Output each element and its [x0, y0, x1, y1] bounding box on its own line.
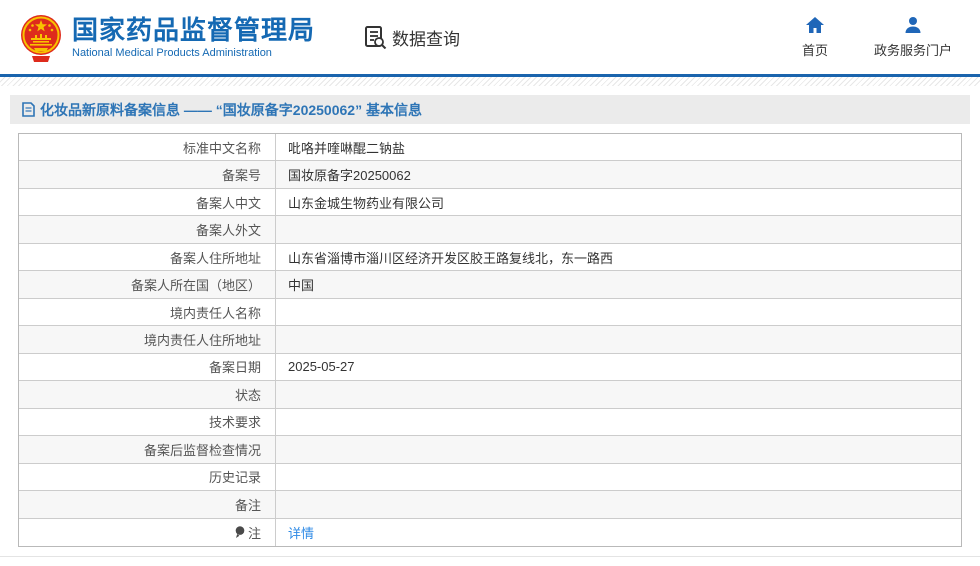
table-row: 备案人外文 [19, 216, 961, 244]
national-emblem-icon [21, 15, 61, 62]
field-value-cell [276, 409, 961, 435]
field-value: 吡咯并喹啉醌二钠盐 [288, 140, 406, 156]
org-name-cn: 国家药品监督管理局 [72, 14, 316, 45]
field-value-cell [276, 216, 961, 242]
table-row: 境内责任人名称 [19, 298, 961, 327]
table-row: 备案人中文 山东金城生物药业有限公司 [19, 188, 961, 217]
field-label-cell: 备案人中文 [19, 188, 276, 216]
table-row: 注 详情 [19, 518, 961, 547]
field-value-cell: 详情 [276, 519, 961, 546]
field-value: 山东金城生物药业有限公司 [288, 195, 445, 211]
field-value-cell: 吡咯并喹啉醌二钠盐 [276, 134, 961, 160]
field-label: 备注 [234, 497, 261, 513]
field-value-cell: 中国 [276, 271, 961, 297]
field-label-cell: 备案人住所地址 [19, 243, 276, 271]
field-label-cell: 备案号 [19, 161, 276, 188]
table-row: 备案人所在国（地区） 中国 [19, 271, 961, 299]
detail-link[interactable]: 详情 [288, 523, 314, 542]
field-label-cell: 境内责任人名称 [19, 298, 276, 326]
nav-portal[interactable]: 政务服务门户 [874, 15, 952, 59]
field-label: 历史记录 [208, 470, 261, 486]
field-value-cell: 2025-05-27 [276, 354, 961, 380]
field-label: 境内责任人住所地址 [143, 333, 261, 349]
field-label: 备案人所在国（地区） [130, 278, 261, 294]
field-label-cell: 备案后监督检查情况 [19, 436, 276, 463]
field-value-cell [276, 381, 961, 407]
field-label-cell: 标准中文名称 [19, 134, 276, 161]
page-title: 化妆品新原料备案信息 —— “国妆原备字20250062” 基本信息 [40, 101, 422, 118]
field-label: 技术要求 [208, 415, 261, 431]
home-icon [805, 17, 824, 33]
field-label: 备案人住所地址 [169, 250, 261, 266]
field-label-cell: 备案日期 [19, 353, 276, 381]
field-label-cell: 备案人外文 [19, 216, 276, 243]
table-row: 备案号 国妆原备字20250062 [19, 161, 961, 189]
page-title-bar: 化妆品新原料备案信息 —— “国妆原备字20250062” 基本信息 [10, 95, 970, 124]
field-label-cell: 备案人所在国（地区） [19, 271, 276, 298]
field-label-cell: 技术要求 [19, 408, 276, 436]
user-icon [905, 17, 921, 33]
field-value-cell [276, 436, 961, 462]
field-value: 2025-05-27 [288, 359, 355, 375]
field-value-cell [276, 299, 961, 325]
table-row: 状态 [19, 381, 961, 409]
field-value-cell: 山东省淄博市淄川区经济开发区胶王路复线北，东一路西 [276, 244, 961, 270]
field-label: 备案人中文 [195, 195, 261, 211]
field-value: 国妆原备字20250062 [288, 168, 411, 184]
info-table: 标准中文名称 吡咯并喹啉醌二钠盐 备案号 国妆原备字20250062 备案人中文… [18, 133, 962, 548]
field-label-cell: 历史记录 [19, 463, 276, 491]
table-row: 标准中文名称 吡咯并喹啉醌二钠盐 [19, 134, 961, 162]
table-row: 备案日期 2025-05-27 [19, 353, 961, 382]
org-name-en: National Medical Products Administration [72, 46, 272, 59]
footer-rule [0, 556, 980, 557]
field-label: 标准中文名称 [182, 140, 261, 156]
field-label: 境内责任人名称 [169, 305, 261, 321]
field-value-cell [276, 464, 961, 490]
field-label: 状态 [234, 387, 261, 403]
field-label-cell: 状态 [19, 381, 276, 408]
table-row: 境内责任人住所地址 [19, 326, 961, 354]
table-row: 备案人住所地址 山东省淄博市淄川区经济开发区胶王路复线北，东一路西 [19, 243, 961, 272]
nav-data-query[interactable]: 数据查询 [363, 25, 460, 50]
field-value: 中国 [288, 278, 315, 294]
table-row: 备案后监督检查情况 [19, 436, 961, 464]
site-header: 国家药品监督管理局 National Medical Products Admi… [0, 0, 980, 74]
field-label-cell: 注 [19, 518, 276, 547]
field-value-cell: 山东金城生物药业有限公司 [276, 189, 961, 215]
field-label: 备案后监督检查情况 [143, 442, 261, 458]
field-value-cell: 国妆原备字20250062 [276, 161, 961, 187]
pin-icon [235, 526, 245, 538]
field-label-cell: 备注 [19, 491, 276, 518]
field-label: 备案日期 [208, 360, 261, 376]
field-label: 注 [247, 525, 261, 541]
doc-search-icon [365, 26, 387, 49]
org-title-block: 国家药品监督管理局 National Medical Products Admi… [72, 16, 315, 59]
nav-home[interactable]: 首页 [802, 15, 828, 59]
field-value: 山东省淄博市淄川区经济开发区胶王路复线北，东一路西 [288, 250, 614, 266]
field-label: 备案人外文 [195, 223, 261, 239]
home-label: 首页 [801, 43, 828, 58]
field-label: 备案号 [221, 168, 261, 184]
field-value-cell [276, 326, 961, 352]
page-icon [22, 102, 35, 117]
table-row: 历史记录 [19, 463, 961, 492]
data-query-label: 数据查询 [392, 29, 461, 49]
portal-label: 政务服务门户 [873, 43, 952, 58]
table-row: 技术要求 [19, 408, 961, 437]
field-label-cell: 境内责任人住所地址 [19, 326, 276, 353]
table-row: 备注 [19, 491, 961, 519]
field-value-cell [276, 491, 961, 517]
hatch-strip [0, 77, 980, 86]
